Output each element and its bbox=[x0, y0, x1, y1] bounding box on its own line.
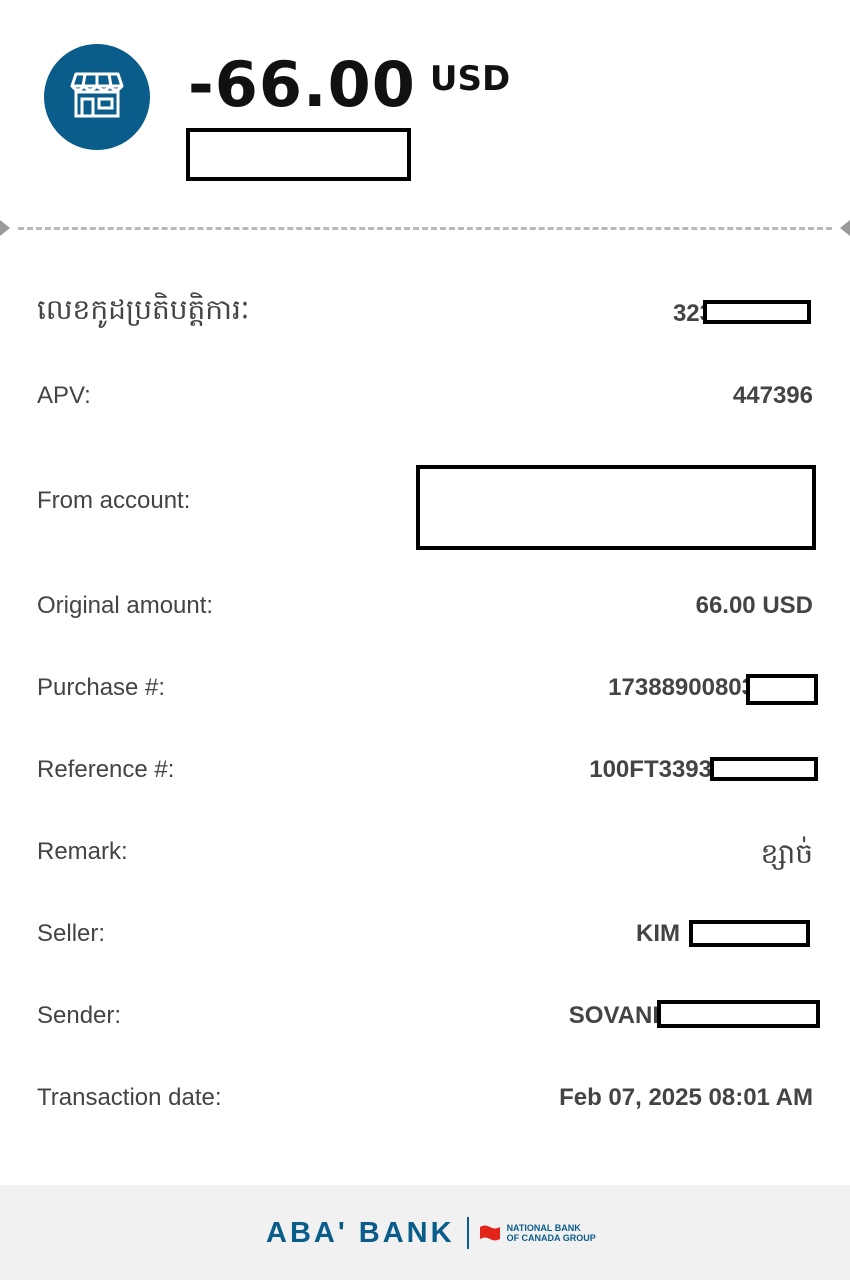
amount-value: -66.00 bbox=[188, 48, 416, 121]
remark-value: ខ្សាច់ bbox=[760, 837, 813, 870]
divider-notch-left bbox=[0, 220, 10, 236]
transaction-id-redacted bbox=[703, 300, 811, 324]
transaction-date-value: Feb 07, 2025 08:01 AM bbox=[559, 1084, 813, 1111]
receipt-footer: ABA' BANK NATIONAL BANK OF CANADA GROUP bbox=[0, 1185, 850, 1280]
original-amount-value: 66.00 USD bbox=[695, 592, 813, 619]
purchase-redacted bbox=[746, 674, 818, 705]
storefront-icon bbox=[70, 70, 124, 125]
amount-currency: USD bbox=[429, 59, 511, 99]
reference-redacted bbox=[710, 757, 818, 781]
reference-value: 100FT3393 bbox=[589, 756, 712, 783]
apv-label: APV: bbox=[37, 382, 91, 409]
apv-value: 447396 bbox=[732, 382, 813, 409]
remark-label: Remark: bbox=[37, 838, 128, 865]
merchant-avatar bbox=[44, 44, 150, 150]
from-account-redacted bbox=[416, 465, 816, 550]
dashed-divider bbox=[0, 220, 850, 236]
sender-label: Sender: bbox=[37, 1002, 122, 1029]
divider-notch-right bbox=[840, 220, 850, 236]
merchant-name-redacted bbox=[186, 128, 411, 181]
transaction-date-label: Transaction date: bbox=[37, 1084, 222, 1111]
purchase-label: Purchase #: bbox=[37, 674, 166, 701]
receipt-header: -66.00 USD bbox=[0, 0, 850, 228]
from-account-label: From account: bbox=[37, 487, 191, 514]
aba-bank-logo: ABA' BANK NATIONAL BANK OF CANADA GROUP bbox=[266, 1215, 596, 1251]
original-amount-label: Original amount: bbox=[37, 592, 214, 619]
seller-label: Seller: bbox=[37, 920, 106, 947]
reference-label: Reference #: bbox=[37, 756, 175, 783]
sender-value: SOVANI bbox=[568, 1002, 659, 1029]
brand-separator bbox=[466, 1217, 469, 1249]
seller-redacted bbox=[689, 920, 810, 947]
sender-redacted bbox=[657, 1000, 820, 1028]
seller-value: KIM bbox=[636, 920, 680, 947]
group-name: NATIONAL BANK OF CANADA GROUP bbox=[506, 1223, 596, 1243]
flag-icon bbox=[479, 1224, 501, 1242]
brand-name: ABA' BANK bbox=[266, 1216, 455, 1249]
transaction-id-label: លេខកូដប្រតិបត្តិការៈ bbox=[37, 293, 250, 326]
transaction-amount: -66.00 USD bbox=[188, 48, 511, 121]
purchase-value: 17388900803 bbox=[608, 674, 755, 701]
transaction-receipt: -66.00 USD លេខកូដប្រតិបត្តិការៈ 323 APV:… bbox=[0, 0, 850, 1280]
